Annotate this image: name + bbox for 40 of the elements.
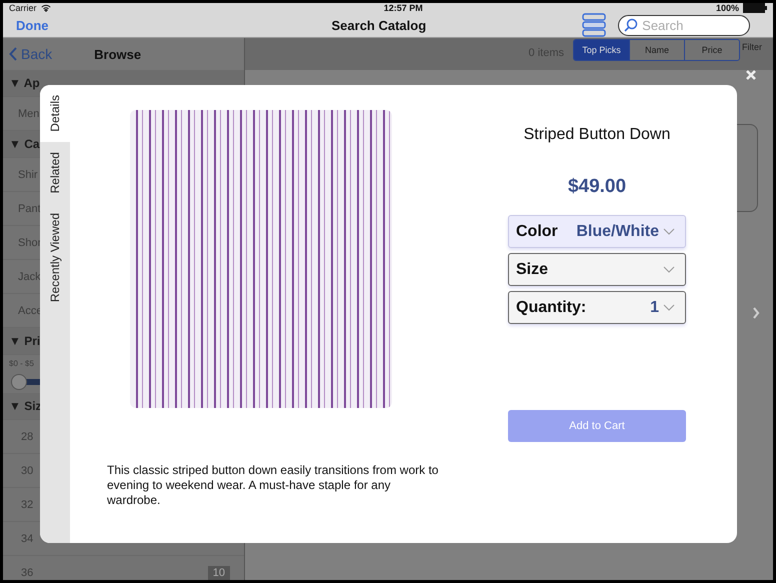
category-item[interactable]: Shor (18, 236, 42, 248)
battery-icon (742, 3, 767, 13)
side-tab[interactable]: Details (40, 85, 70, 142)
option-dropdown[interactable]: Quantity: 1 (508, 291, 686, 324)
chevron-right-icon[interactable] (752, 307, 760, 319)
section-header[interactable]: ▼ Ca (9, 137, 40, 151)
product-description: This classic striped button down easily transitions from work to evening to weekend wear. A must-have staple for any wardrobe. (107, 463, 440, 508)
size-item[interactable]: 34 (21, 532, 34, 544)
sort-tab[interactable]: Price (684, 40, 739, 60)
close-icon[interactable] (745, 69, 757, 81)
caret-icon (663, 266, 675, 273)
size-item[interactable]: 30 (21, 464, 34, 476)
sort-tab[interactable]: Name (629, 40, 684, 60)
search-field[interactable]: Search (618, 14, 750, 36)
nav-title: Search Catalog (332, 18, 426, 32)
section-header[interactable]: ▼ Pri (9, 334, 40, 348)
list-view-icon[interactable] (582, 13, 606, 37)
product-price: $49.00 (566, 176, 628, 198)
carrier-label: Carrier (9, 3, 37, 13)
sort-tab[interactable]: Top Picks (574, 40, 629, 60)
back-button[interactable]: Back (9, 46, 52, 62)
count-badge: 10 (208, 566, 230, 580)
caret-icon (663, 304, 675, 311)
battery-percent: 100% (716, 3, 739, 13)
product-title: Striped Button Down (522, 126, 672, 144)
category-item[interactable]: Men (18, 108, 40, 120)
size-item[interactable]: 28 (21, 430, 34, 442)
chevron-left-icon (9, 47, 17, 61)
category-item[interactable]: Jack (18, 270, 41, 282)
section-header[interactable]: ▼ Siz (9, 399, 42, 413)
sidebar-title: Browse (94, 46, 142, 62)
option-dropdown[interactable]: Size (508, 253, 686, 286)
section-header[interactable]: ▼ Ap (9, 76, 40, 90)
wifi-icon (40, 4, 51, 12)
search-icon (624, 18, 638, 32)
caret-icon (663, 228, 675, 235)
done-button[interactable]: Done (16, 18, 48, 32)
option-dropdown[interactable]: Color Blue/White (508, 215, 686, 248)
status-time: 12:57 PM (382, 3, 423, 13)
filter-button[interactable]: Filter (740, 39, 773, 52)
